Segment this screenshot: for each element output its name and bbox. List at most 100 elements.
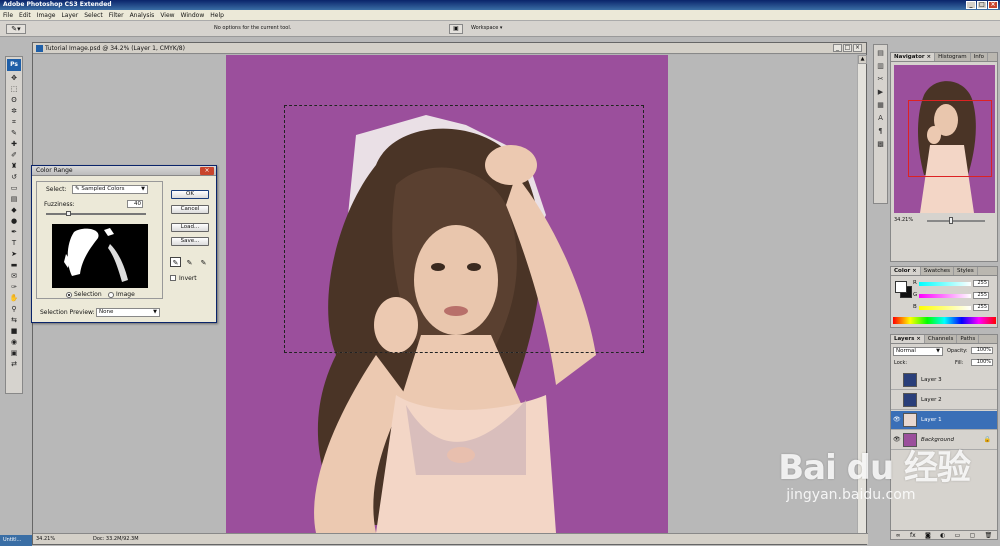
layer-row[interactable]: Layer 2 [891, 391, 997, 410]
visibility-eye-icon[interactable]: 👁 [893, 416, 901, 423]
layer-style-icon[interactable]: fx [910, 531, 916, 539]
menu-file[interactable]: File [3, 12, 13, 19]
doc-minimize-button[interactable]: _ [833, 44, 842, 52]
eyedropper-tool-icon[interactable]: ✎ [7, 128, 21, 138]
workspace-menu[interactable]: Workspace ▾ [471, 25, 502, 31]
tab-histogram[interactable]: Histogram [935, 53, 971, 61]
stamp-tool-icon[interactable]: ♜ [7, 161, 21, 171]
menu-view[interactable]: View [160, 12, 174, 19]
menu-layer[interactable]: Layer [61, 12, 78, 19]
paragraph-panel-icon[interactable]: ¶ [875, 126, 886, 136]
dialog-title-bar[interactable]: Color Range × [32, 166, 216, 176]
color-swatches-icon[interactable]: ■ [7, 326, 21, 336]
visibility-eye-icon[interactable] [893, 376, 900, 383]
tab-swatches[interactable]: Swatches [921, 267, 954, 275]
new-layer-icon[interactable]: ▢ [970, 531, 976, 539]
navigator-zoom-slider[interactable] [927, 220, 985, 222]
delete-layer-icon[interactable]: 🗑 [985, 531, 993, 539]
hand-tool-icon[interactable]: ✋ [7, 293, 21, 303]
layer-row[interactable]: 👁 Layer 1 [891, 411, 997, 430]
navigator-thumbnail[interactable] [894, 65, 995, 213]
link-layers-icon[interactable]: ∞ [896, 531, 901, 539]
eyedropper-minus-icon[interactable]: ✎ [198, 257, 209, 267]
tab-color[interactable]: Color × [891, 267, 921, 275]
channel-r-slider[interactable] [919, 282, 971, 286]
foreground-color-swatch[interactable] [895, 281, 907, 293]
doc-close-button[interactable]: × [853, 44, 862, 52]
gradient-tool-icon[interactable]: ▤ [7, 194, 21, 204]
navigator-zoom-thumb[interactable] [949, 217, 953, 224]
dodge-tool-icon[interactable]: ● [7, 216, 21, 226]
tab-info[interactable]: Info [971, 53, 989, 61]
menu-image[interactable]: Image [37, 12, 56, 19]
swap-colors-icon[interactable]: ⇆ [7, 315, 21, 325]
fill-input[interactable]: 100% [971, 359, 993, 366]
layer-mask-icon[interactable]: ◙ [925, 531, 931, 539]
channel-r-value[interactable]: 255 [973, 280, 989, 287]
navigator-view-rect[interactable] [908, 100, 992, 177]
menu-analysis[interactable]: Analysis [130, 12, 155, 19]
invert-checkbox[interactable] [170, 275, 176, 281]
zoom-level[interactable]: 34.21% [36, 534, 55, 545]
canvas-image[interactable] [226, 55, 668, 533]
path-select-icon[interactable]: ➤ [7, 249, 21, 259]
workspace-icon[interactable]: ▣ [449, 24, 463, 34]
load-button[interactable]: Load... [171, 223, 209, 232]
minimize-button[interactable]: _ [966, 1, 976, 9]
eyedropper-plus-icon[interactable]: ✎ [184, 257, 195, 267]
actions-panel-icon[interactable]: ▶ [875, 87, 886, 97]
taskbar-button[interactable]: Untitl... [0, 535, 32, 546]
notes-tool-icon[interactable]: ✉ [7, 271, 21, 281]
eraser-tool-icon[interactable]: ▭ [7, 183, 21, 193]
eyedropper-sample-icon[interactable]: ✑ [7, 282, 21, 292]
brushes-panel-icon[interactable]: ▤ [875, 48, 886, 58]
dialog-close-button[interactable]: × [200, 167, 214, 175]
fuzziness-slider-thumb[interactable] [66, 211, 71, 216]
layer-name[interactable]: Layer 1 [921, 417, 942, 423]
scroll-up-icon[interactable]: ▲ [858, 55, 867, 64]
magic-wand-icon[interactable]: ✲ [7, 106, 21, 116]
selection-preview-dropdown[interactable]: None ▼ [96, 308, 160, 317]
history-panel-icon[interactable]: ✂ [875, 74, 886, 84]
radio-image[interactable] [108, 292, 114, 298]
character-panel-icon[interactable]: A [875, 113, 886, 123]
tab-styles[interactable]: Styles [954, 267, 978, 275]
tab-navigator[interactable]: Navigator × [891, 53, 936, 61]
fuzziness-slider-track[interactable] [46, 213, 146, 215]
tool-presets-icon[interactable]: ▥ [875, 61, 886, 71]
adjustment-layer-icon[interactable]: ◐ [940, 531, 945, 539]
history-brush-icon[interactable]: ↺ [7, 172, 21, 182]
maximize-button[interactable]: □ [977, 1, 987, 9]
menu-select[interactable]: Select [84, 12, 103, 19]
radio-selection[interactable] [66, 292, 72, 298]
channel-b-slider[interactable] [919, 306, 971, 310]
opacity-input[interactable]: 100% [971, 347, 993, 354]
layer-name[interactable]: Layer 3 [921, 377, 942, 383]
save-button[interactable]: Save... [171, 237, 209, 246]
blur-tool-icon[interactable]: ◆ [7, 205, 21, 215]
color-spectrum-bar[interactable] [893, 317, 996, 324]
healing-brush-icon[interactable]: ✚ [7, 139, 21, 149]
screen-mode-icon[interactable]: ▣ [7, 348, 21, 358]
marquee-tool-icon[interactable]: ⬚ [7, 84, 21, 94]
cancel-button[interactable]: Cancel [171, 205, 209, 214]
type-tool-icon[interactable]: T [7, 238, 21, 248]
shape-tool-icon[interactable]: ▬ [7, 260, 21, 270]
fuzziness-input[interactable]: 40 [127, 200, 143, 208]
doc-size-info[interactable]: Doc: 33.2M/92.3M [93, 534, 139, 545]
layer-thumbnail[interactable] [903, 373, 917, 387]
eyedropper-icon[interactable]: ✎ [170, 257, 181, 267]
crop-tool-icon[interactable]: ⌗ [7, 117, 21, 127]
channel-b-value[interactable]: 255 [973, 304, 989, 311]
select-dropdown[interactable]: ✎ Sampled Colors ▼ [72, 185, 148, 194]
blend-mode-dropdown[interactable]: Normal ▼ [893, 347, 943, 356]
zoom-tool-icon[interactable]: ⚲ [7, 304, 21, 314]
channel-g-value[interactable]: 255 [973, 292, 989, 299]
visibility-eye-icon[interactable] [893, 396, 900, 403]
menu-filter[interactable]: Filter [109, 12, 124, 19]
lasso-tool-icon[interactable]: ʘ [7, 95, 21, 105]
layer-thumbnail[interactable] [903, 393, 917, 407]
menu-window[interactable]: Window [181, 12, 205, 19]
doc-maximize-button[interactable]: □ [843, 44, 852, 52]
move-tool-icon[interactable]: ✥ [7, 73, 21, 83]
